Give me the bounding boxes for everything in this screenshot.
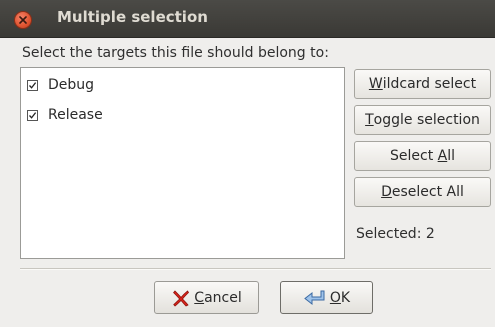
button-label: oggle selection [373, 112, 480, 128]
select-all-button[interactable]: Select All [354, 141, 491, 171]
mnemonic-letter: O [329, 289, 341, 306]
button-label: eselect All [391, 184, 464, 200]
red-x-icon [171, 288, 191, 308]
close-icon [19, 16, 27, 24]
dialog-window: Multiple selection Select the targets th… [0, 0, 495, 327]
ok-button[interactable]: OK [280, 281, 373, 314]
close-button[interactable] [15, 12, 31, 28]
mnemonic-letter: D [381, 184, 392, 200]
release-label: Release [48, 107, 103, 123]
button-label: ildcard select [382, 76, 477, 92]
debug-checkbox[interactable] [27, 79, 38, 91]
mnemonic-letter: W [368, 76, 383, 92]
selected-count: Selected: 2 [356, 226, 435, 242]
button-label: ancel [204, 289, 242, 306]
title-bar: Multiple selection [0, 0, 495, 38]
separator [20, 268, 491, 270]
wildcard-select-button[interactable]: Wildcard select [354, 69, 491, 99]
targets-list[interactable]: Debug Release [20, 67, 345, 259]
mnemonic-letter: T [365, 112, 374, 128]
toggle-selection-button[interactable]: Toggle selection [354, 105, 491, 135]
release-checkbox[interactable] [27, 109, 38, 121]
instruction-label: Select the targets this file should belo… [22, 45, 329, 61]
window-title: Multiple selection [57, 8, 208, 26]
mnemonic-letter: A [437, 148, 448, 164]
button-label: Select [390, 148, 438, 164]
checkmark-icon [29, 81, 37, 89]
deselect-all-button[interactable]: Deselect All [354, 177, 491, 207]
cancel-button[interactable]: Cancel [154, 281, 259, 314]
list-item-release[interactable]: Release [27, 105, 103, 125]
mnemonic-letter: C [194, 289, 205, 306]
checkmark-icon [29, 111, 37, 119]
list-item-debug[interactable]: Debug [27, 75, 94, 95]
enter-arrow-icon [303, 289, 327, 307]
debug-label: Debug [48, 77, 95, 93]
button-label: ll [447, 148, 455, 164]
button-label: K [340, 289, 351, 306]
